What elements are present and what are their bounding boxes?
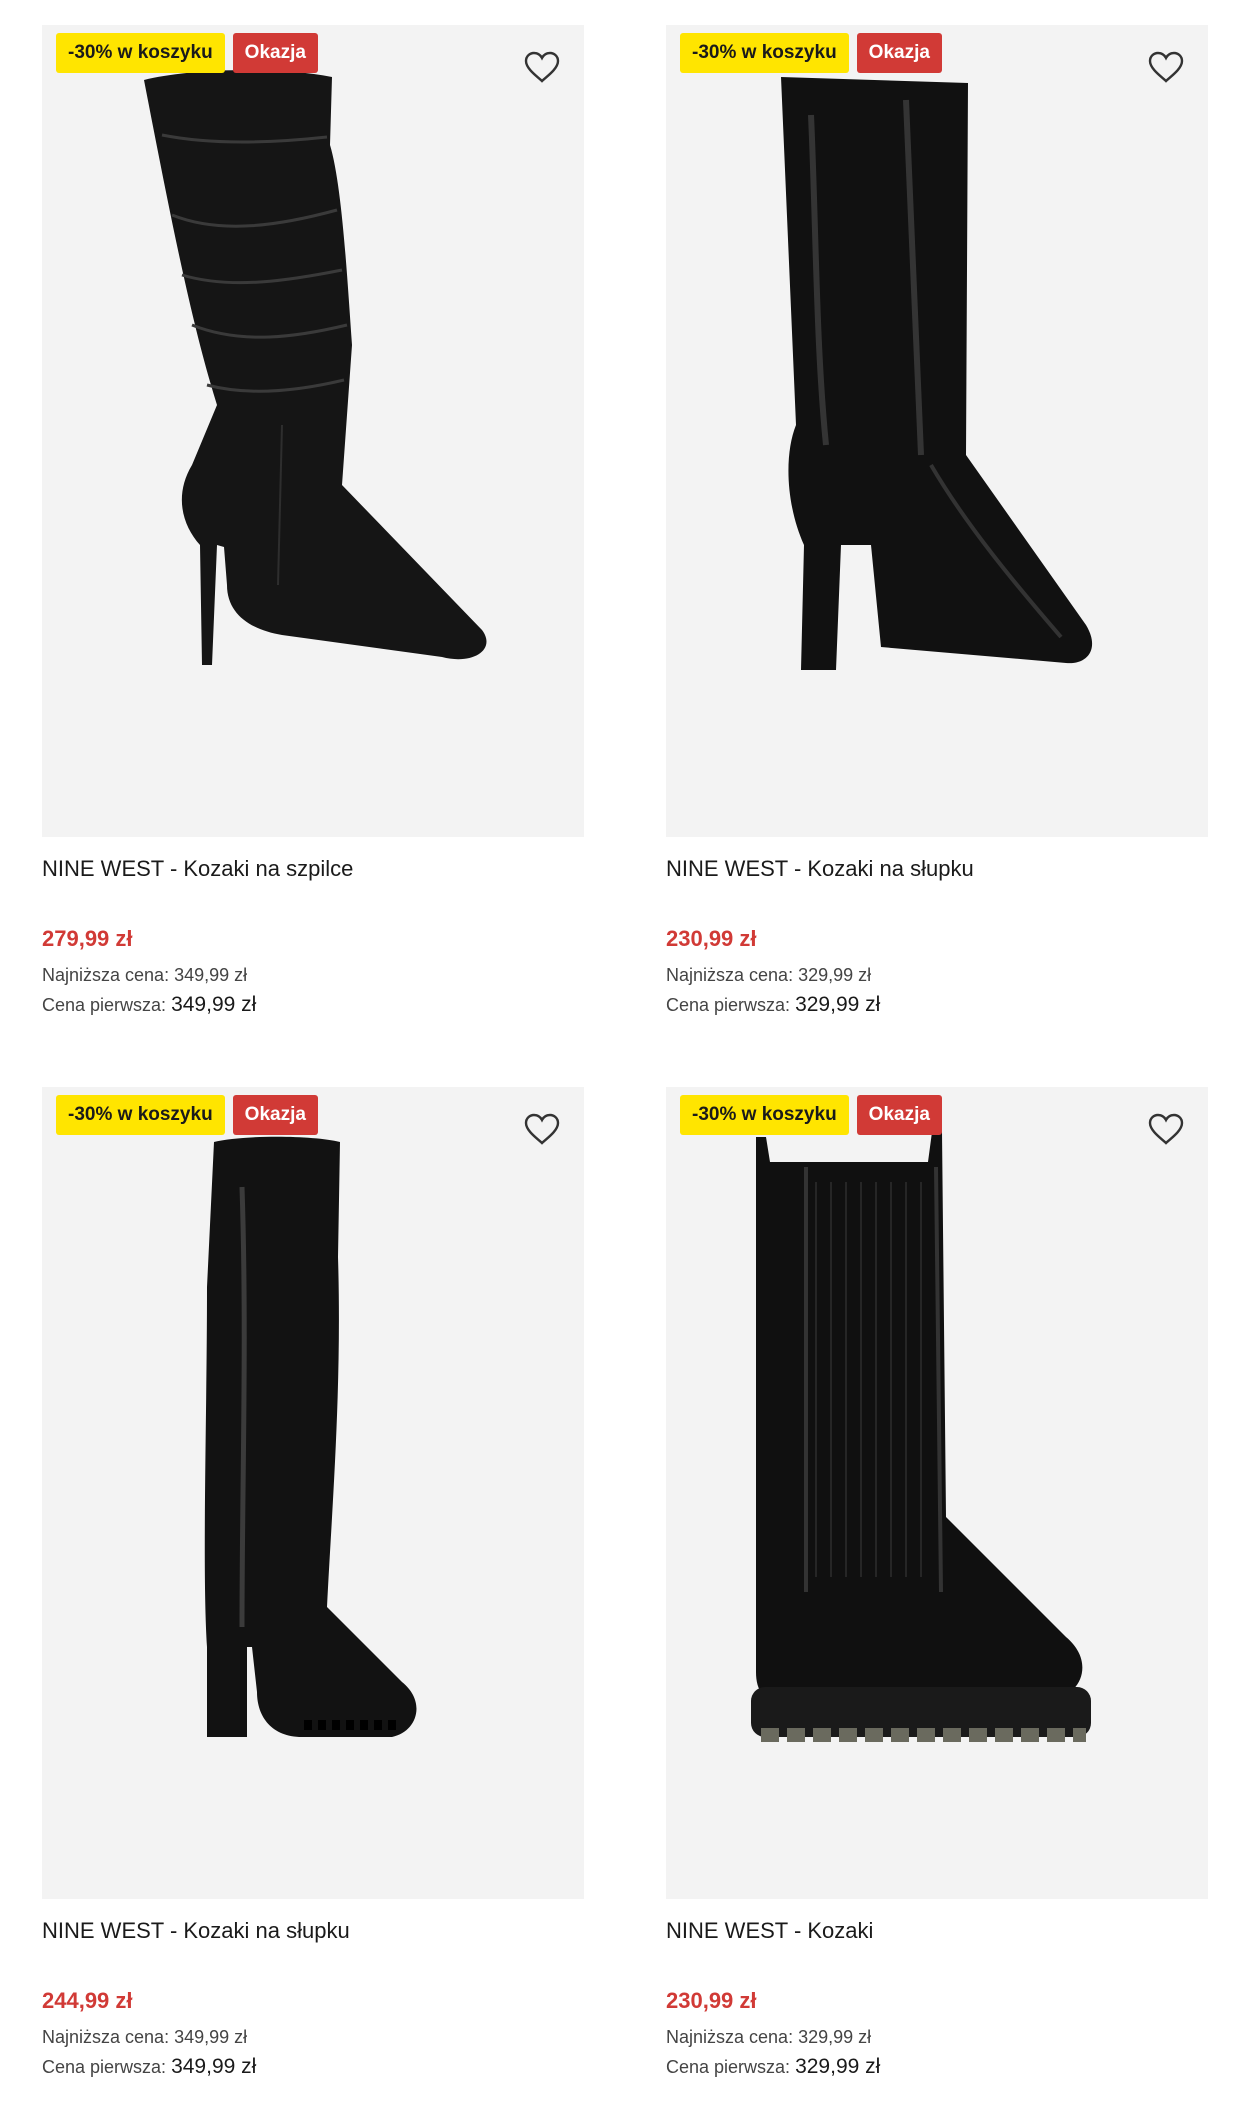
product-title[interactable]: NINE WEST - Kozaki na słupku: [42, 1916, 584, 1946]
heart-outline-icon: [524, 1113, 560, 1145]
first-price-row: Cena pierwsza: 349,99 zł: [42, 990, 584, 1020]
first-price-label: Cena pierwsza:: [42, 2057, 167, 2077]
product-card[interactable]: -30% w koszyku Okazja NINE WEST - Kozaki…: [42, 25, 584, 1020]
sale-price: 244,99 zł: [42, 1988, 133, 2013]
product-title[interactable]: NINE WEST - Kozaki: [666, 1916, 1208, 1946]
discount-badge: -30% w koszyku: [56, 1095, 225, 1135]
favorite-button[interactable]: [1144, 45, 1188, 89]
first-price-row: Cena pierwsza: 349,99 zł: [42, 2052, 584, 2082]
lowest-price-row: Najniższa cena: 349,99 zł: [42, 2022, 584, 2052]
sale-price: 230,99 zł: [666, 1988, 757, 2013]
product-card[interactable]: -30% w koszyku Okazja NINE WEST - Kozaki…: [666, 1087, 1208, 2082]
discount-badge: -30% w koszyku: [680, 33, 849, 73]
first-price-value: 349,99 zł: [171, 2055, 257, 2078]
favorite-button[interactable]: [520, 1107, 564, 1151]
product-image: [144, 69, 487, 666]
discount-badge: -30% w koszyku: [680, 1095, 849, 1135]
sale-price: 230,99 zł: [666, 926, 757, 951]
first-price-value: 349,99 zł: [171, 993, 257, 1016]
lowest-price-row: Najniższa cena: 329,99 zł: [666, 2022, 1208, 2052]
product-image-link[interactable]: -30% w koszyku Okazja: [666, 25, 1208, 837]
deal-badge: Okazja: [856, 1095, 942, 1135]
badge-group: -30% w koszyku Okazja: [680, 33, 942, 73]
badge-group: -30% w koszyku Okazja: [680, 1095, 942, 1135]
badge-group: -30% w koszyku Okazja: [56, 1095, 318, 1135]
lowest-price-label: Najniższa cena:: [666, 2027, 794, 2047]
lowest-price-value: 349,99 zł: [174, 965, 248, 985]
first-price-value: 329,99 zł: [795, 993, 881, 1016]
badge-group: -30% w koszyku Okazja: [56, 33, 318, 73]
discount-badge: -30% w koszyku: [56, 33, 225, 73]
first-price-value: 329,99 zł: [795, 2055, 881, 2078]
product-image-link[interactable]: -30% w koszyku Okazja: [42, 1087, 584, 1899]
product-title[interactable]: NINE WEST - Kozaki na szpilce: [42, 854, 584, 884]
lowest-price-row: Najniższa cena: 349,99 zł: [42, 960, 584, 990]
first-price-label: Cena pierwsza:: [42, 995, 167, 1015]
product-image: [204, 1136, 417, 1737]
product-image-link[interactable]: -30% w koszyku Okazja: [666, 1087, 1208, 1899]
product-title[interactable]: NINE WEST - Kozaki na słupku: [666, 854, 1208, 884]
lowest-price-label: Najniższa cena:: [666, 965, 794, 985]
first-price-row: Cena pierwsza: 329,99 zł: [666, 990, 1208, 1020]
first-price-label: Cena pierwsza:: [666, 2057, 791, 2077]
first-price-label: Cena pierwsza:: [666, 995, 791, 1015]
deal-badge: Okazja: [232, 1095, 318, 1135]
lowest-price-row: Najniższa cena: 329,99 zł: [666, 960, 1208, 990]
favorite-button[interactable]: [520, 45, 564, 89]
deal-badge: Okazja: [232, 33, 318, 73]
heart-outline-icon: [1148, 1113, 1184, 1145]
product-image: [751, 1132, 1091, 1742]
lowest-price-label: Najniższa cena:: [42, 965, 170, 985]
product-grid: -30% w koszyku Okazja NINE WEST - Kozaki…: [0, 0, 1250, 2123]
product-card[interactable]: -30% w koszyku Okazja NINE WEST - Kozaki…: [666, 25, 1208, 1020]
product-image: [781, 77, 1093, 670]
product-card[interactable]: -30% w koszyku Okazja NINE WEST - Kozaki…: [42, 1087, 584, 2082]
lowest-price-value: 329,99 zł: [798, 965, 872, 985]
lowest-price-value: 349,99 zł: [174, 2027, 248, 2047]
deal-badge: Okazja: [856, 33, 942, 73]
lowest-price-value: 329,99 zł: [798, 2027, 872, 2047]
sale-price: 279,99 zł: [42, 926, 133, 951]
product-image-link[interactable]: -30% w koszyku Okazja: [42, 25, 584, 837]
favorite-button[interactable]: [1144, 1107, 1188, 1151]
heart-outline-icon: [524, 51, 560, 83]
first-price-row: Cena pierwsza: 329,99 zł: [666, 2052, 1208, 2082]
lowest-price-label: Najniższa cena:: [42, 2027, 170, 2047]
heart-outline-icon: [1148, 51, 1184, 83]
